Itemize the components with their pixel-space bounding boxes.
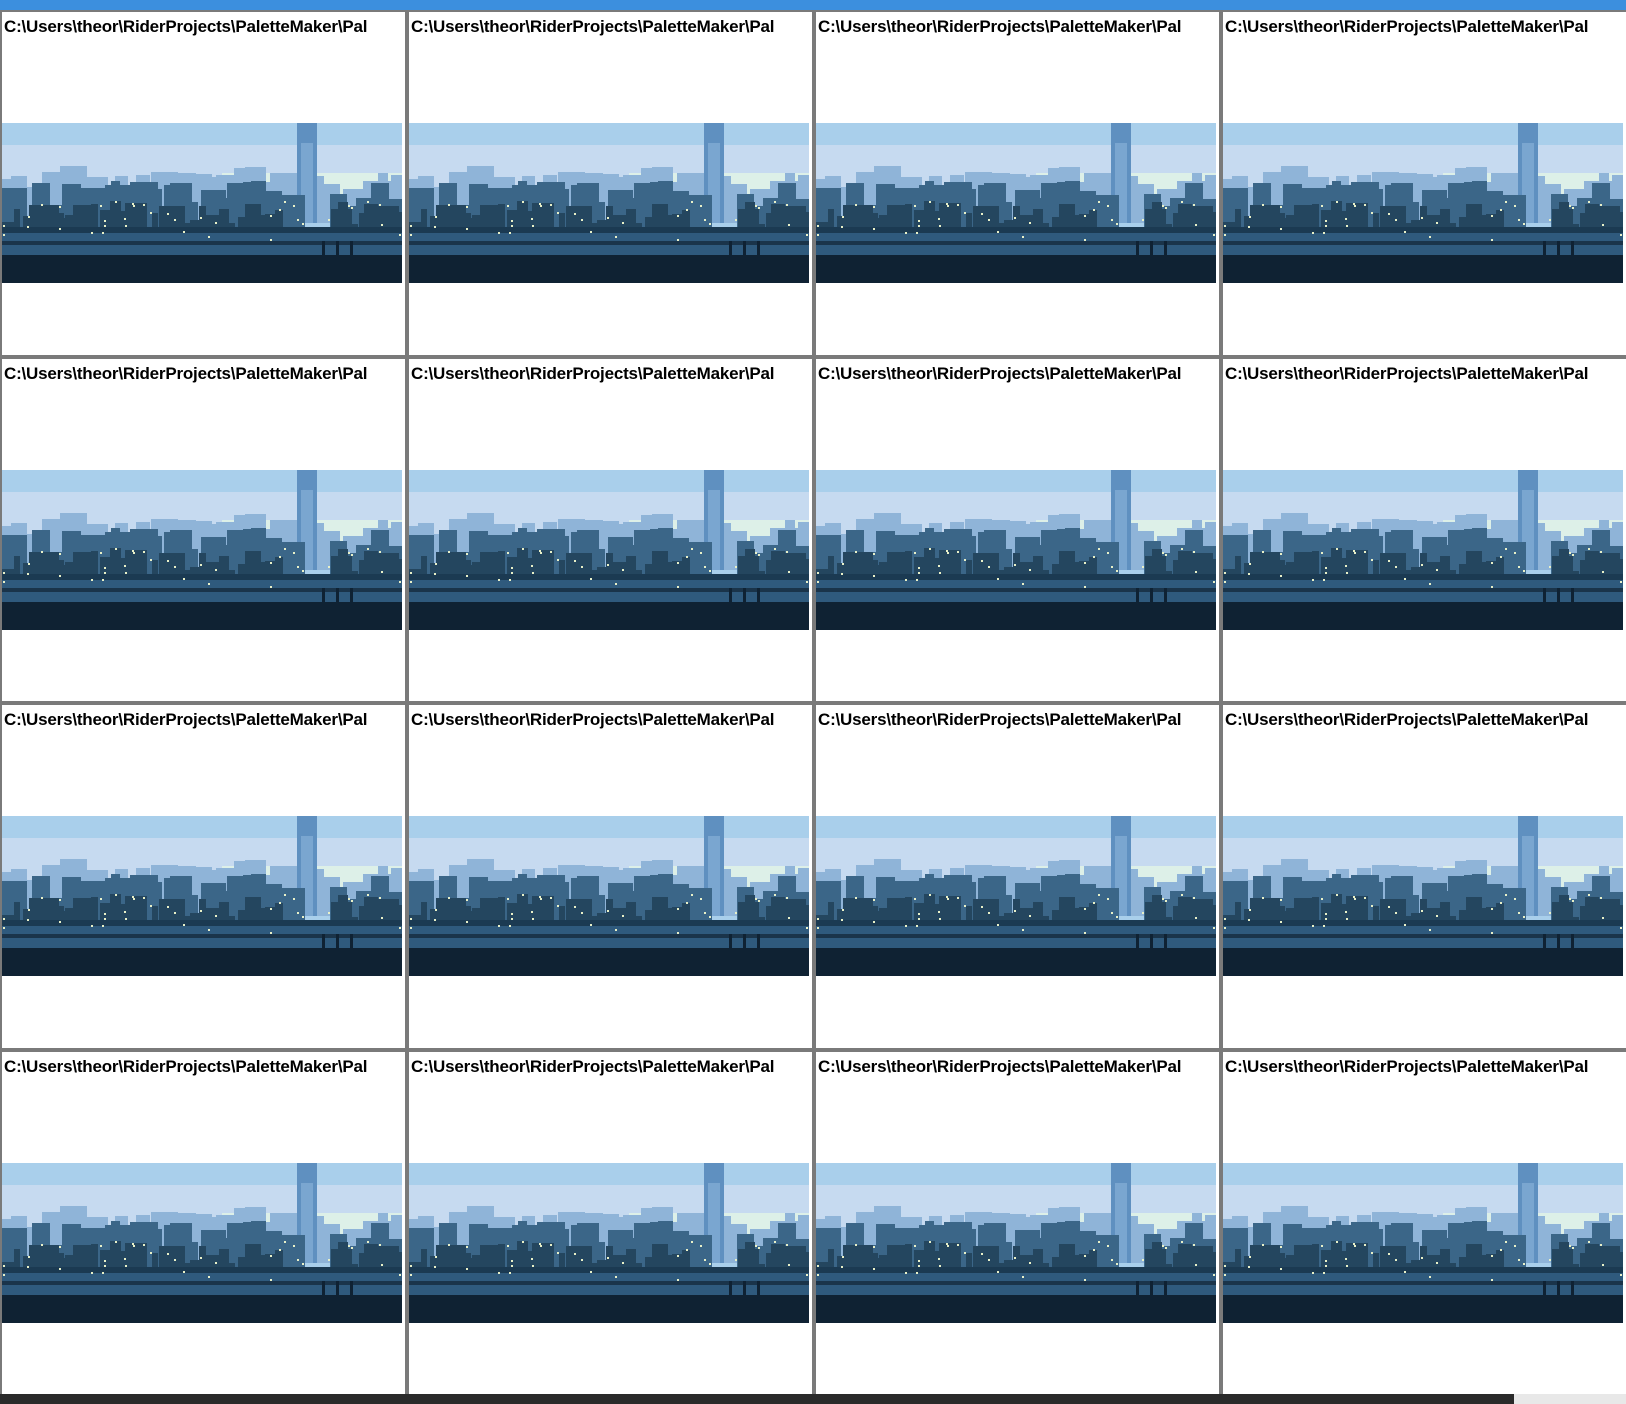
file-path-label: C:\Users\theor\RiderProjects\PaletteMake…: [4, 710, 368, 729]
file-path-label: C:\Users\theor\RiderProjects\PaletteMake…: [4, 17, 368, 36]
status-bar: [0, 1394, 1626, 1404]
city-skyline-image: [816, 469, 1216, 630]
image-grid: C:\Users\theor\RiderProjects\PaletteMake…: [0, 10, 1626, 1394]
city-skyline-image: [409, 469, 809, 630]
city-skyline-image: [2, 816, 402, 976]
file-path-label: C:\Users\theor\RiderProjects\PaletteMake…: [1225, 710, 1589, 729]
image-tile[interactable]: C:\Users\theor\RiderProjects\PaletteMake…: [816, 705, 1219, 1048]
city-skyline-image: [816, 1162, 1216, 1323]
city-skyline-image: [409, 123, 809, 283]
file-path-label: C:\Users\theor\RiderProjects\PaletteMake…: [411, 1056, 775, 1076]
file-path-label: C:\Users\theor\RiderProjects\PaletteMake…: [411, 710, 775, 729]
image-tile[interactable]: C:\Users\theor\RiderProjects\PaletteMake…: [1223, 12, 1626, 355]
file-path-label: C:\Users\theor\RiderProjects\PaletteMake…: [818, 1056, 1182, 1076]
image-tile[interactable]: C:\Users\theor\RiderProjects\PaletteMake…: [816, 358, 1219, 701]
city-skyline-image: [2, 123, 402, 283]
file-path-label: C:\Users\theor\RiderProjects\PaletteMake…: [1225, 1056, 1589, 1076]
file-path-label: C:\Users\theor\RiderProjects\PaletteMake…: [1225, 363, 1589, 383]
file-path-label: C:\Users\theor\RiderProjects\PaletteMake…: [411, 17, 775, 36]
image-tile[interactable]: C:\Users\theor\RiderProjects\PaletteMake…: [1223, 358, 1626, 701]
city-skyline-image: [409, 1162, 809, 1323]
image-tile[interactable]: C:\Users\theor\RiderProjects\PaletteMake…: [1223, 1051, 1626, 1394]
city-skyline-image: [2, 469, 402, 630]
city-skyline-image: [2, 1162, 402, 1323]
city-skyline-image: [816, 123, 1216, 283]
image-tile[interactable]: C:\Users\theor\RiderProjects\PaletteMake…: [2, 358, 405, 701]
image-tile[interactable]: C:\Users\theor\RiderProjects\PaletteMake…: [409, 358, 812, 701]
city-skyline-image: [1223, 816, 1623, 976]
image-tile[interactable]: C:\Users\theor\RiderProjects\PaletteMake…: [409, 12, 812, 355]
horizontal-scrollbar[interactable]: [0, 1394, 1514, 1404]
image-tile[interactable]: C:\Users\theor\RiderProjects\PaletteMake…: [2, 1051, 405, 1394]
file-path-label: C:\Users\theor\RiderProjects\PaletteMake…: [4, 363, 368, 383]
image-tile[interactable]: C:\Users\theor\RiderProjects\PaletteMake…: [816, 1051, 1219, 1394]
file-path-label: C:\Users\theor\RiderProjects\PaletteMake…: [818, 17, 1182, 36]
city-skyline-image: [1223, 1162, 1623, 1323]
image-tile[interactable]: C:\Users\theor\RiderProjects\PaletteMake…: [409, 1051, 812, 1394]
image-tile[interactable]: C:\Users\theor\RiderProjects\PaletteMake…: [2, 12, 405, 355]
image-tile[interactable]: C:\Users\theor\RiderProjects\PaletteMake…: [409, 705, 812, 1048]
file-path-label: C:\Users\theor\RiderProjects\PaletteMake…: [818, 363, 1182, 383]
file-path-label: C:\Users\theor\RiderProjects\PaletteMake…: [411, 363, 775, 383]
city-skyline-image: [1223, 123, 1623, 283]
city-skyline-image: [816, 816, 1216, 976]
file-path-label: C:\Users\theor\RiderProjects\PaletteMake…: [4, 1056, 368, 1076]
city-skyline-image: [1223, 469, 1623, 630]
file-path-label: C:\Users\theor\RiderProjects\PaletteMake…: [1225, 17, 1589, 36]
image-tile[interactable]: C:\Users\theor\RiderProjects\PaletteMake…: [2, 705, 405, 1048]
image-tile[interactable]: C:\Users\theor\RiderProjects\PaletteMake…: [1223, 705, 1626, 1048]
window-title-bar: [0, 0, 1626, 10]
image-tile[interactable]: C:\Users\theor\RiderProjects\PaletteMake…: [816, 12, 1219, 355]
file-path-label: C:\Users\theor\RiderProjects\PaletteMake…: [818, 710, 1182, 729]
city-skyline-image: [409, 816, 809, 976]
